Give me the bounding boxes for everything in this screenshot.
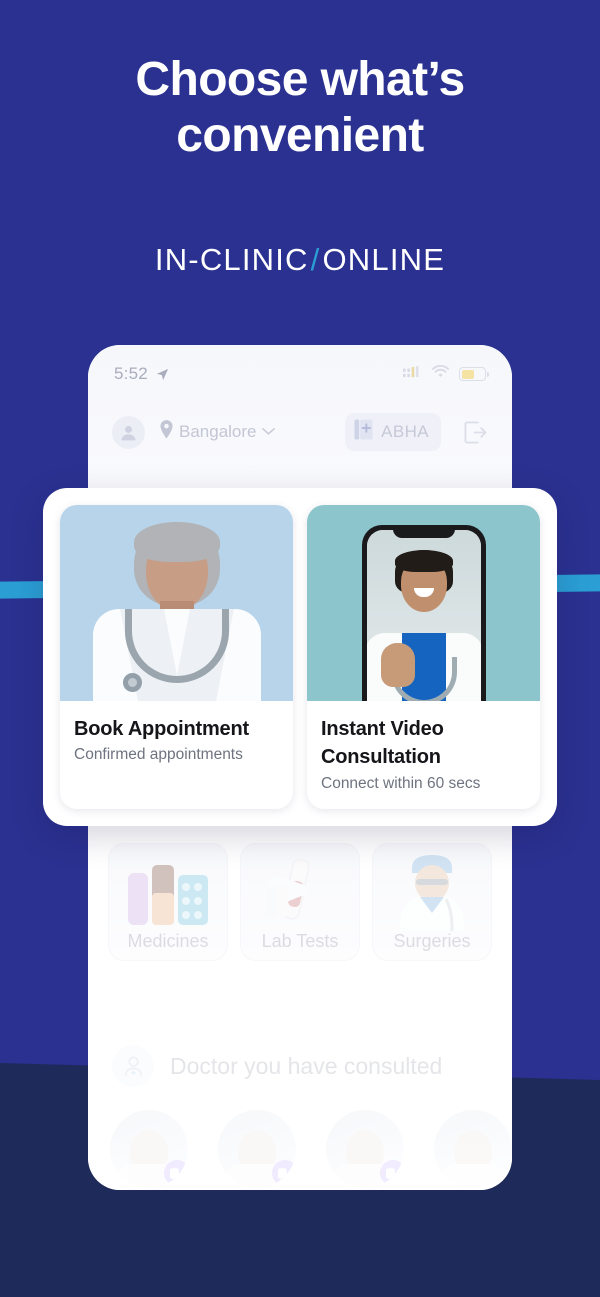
location-pin-icon: [159, 420, 174, 444]
location-arrow-icon: [155, 367, 170, 382]
feature-cards-container: Book Appointment Confirmed appointments: [43, 488, 557, 826]
location-label: Bangalore: [179, 422, 257, 441]
wifi-icon: [431, 364, 450, 384]
signal-bars-icon: [403, 365, 422, 384]
abha-card-icon: [354, 419, 373, 445]
card-subtitle: Connect within 60 secs: [321, 774, 481, 792]
location-selector[interactable]: Bangalore: [159, 420, 275, 444]
chevron-down-icon: [261, 423, 275, 441]
consulted-doctors-title: Doctor you have consulted: [170, 1052, 443, 1079]
headline-line-2: convenient: [176, 109, 424, 163]
video-call-badge-icon: [272, 1160, 296, 1186]
service-tiles: Medicines Lab Tests Surgeries: [108, 843, 492, 961]
doctor-avatar-1[interactable]: [110, 1110, 188, 1188]
abha-label: ABHA: [381, 422, 429, 441]
service-tile-label: Surgeries: [393, 931, 471, 951]
doctor-avatar-3[interactable]: [326, 1110, 404, 1188]
instant-video-consultation-card[interactable]: Instant Video Consultation Connect withi…: [307, 505, 540, 809]
status-bar-indicators: [403, 364, 489, 384]
abha-button[interactable]: ABHA: [345, 413, 441, 451]
subheadline-online: ONLINE: [322, 242, 446, 277]
status-bar-time: 5:52: [114, 364, 148, 383]
user-avatar-icon[interactable]: [112, 415, 145, 449]
card-title: Instant Video Consultation: [321, 718, 444, 769]
app-bar: Bangalore ABHA: [88, 407, 512, 457]
service-tile-medicines[interactable]: Medicines: [108, 843, 228, 961]
surgeon-icon: [372, 853, 492, 932]
consulted-doctors-header: Doctor you have consulted: [112, 1045, 488, 1087]
video-call-badge-icon: [380, 1160, 404, 1186]
consulted-doctor-icon: [112, 1045, 154, 1087]
service-tile-label: Lab Tests: [261, 931, 339, 951]
doctor-photo-in-clinic: [60, 505, 293, 701]
logout-icon[interactable]: [463, 420, 488, 445]
medicines-icon: [108, 853, 228, 931]
status-bar: 5:52: [88, 361, 512, 387]
page-title: Choose what’s convenient: [0, 52, 600, 164]
card-title: Book Appointment: [74, 718, 249, 740]
consulted-doctors-list[interactable]: [110, 1110, 512, 1188]
service-tile-lab-tests[interactable]: Lab Tests: [240, 843, 360, 961]
video-call-badge-icon: [164, 1160, 188, 1186]
service-tile-surgeries[interactable]: Surgeries: [372, 843, 492, 961]
doctor-video-call-photo: [307, 505, 540, 701]
battery-low-power-icon: [459, 367, 489, 381]
doctor-avatar-4[interactable]: [434, 1110, 512, 1188]
subheadline: IN-CLINIC/ONLINE: [0, 242, 600, 278]
card-subtitle: Confirmed appointments: [74, 746, 243, 764]
lab-test-tube-icon: [240, 853, 360, 931]
subheadline-in-clinic: IN-CLINIC: [154, 242, 309, 277]
headline-line-1: Choose what’s: [135, 53, 465, 106]
book-appointment-card[interactable]: Book Appointment Confirmed appointments: [60, 505, 293, 809]
service-tile-label: Medicines: [127, 931, 209, 951]
doctor-avatar-2[interactable]: [218, 1110, 296, 1188]
subheadline-separator: /: [310, 242, 321, 277]
